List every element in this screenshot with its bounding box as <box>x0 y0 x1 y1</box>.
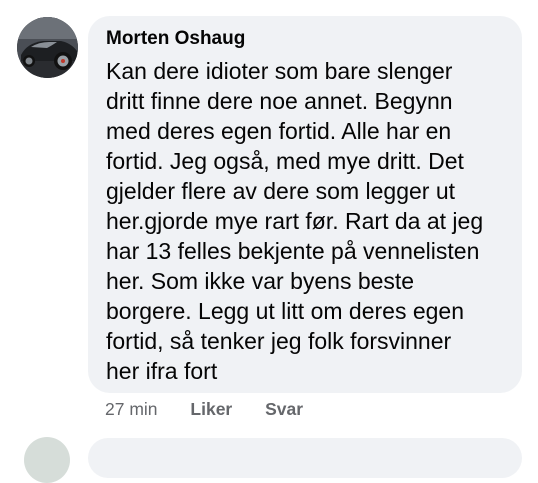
comment-line: med deres egen fortid. Alle har en <box>106 118 452 144</box>
comment-bubble: Morten Oshaug Kan dere idioter som bare … <box>88 16 522 393</box>
comment-text: Kan dere idioter som bare slenger dritt … <box>106 56 508 386</box>
like-button[interactable]: Liker <box>190 397 232 421</box>
comment-line: her.gjorde mye rart før. Rart da at jeg <box>106 208 484 234</box>
comment-author[interactable]: Morten Oshaug <box>106 26 508 52</box>
comment-line: fortid, så tenker jeg folk forsvinner <box>106 328 452 354</box>
comment-line: Kan dere idioter som bare slenger <box>106 58 453 84</box>
comment-line: har 13 felles bekjente på vennelisten <box>106 238 480 264</box>
comment-actions: 27 min Liker Svar <box>105 397 331 421</box>
comment-line: her. Som ikke var byens beste <box>106 268 415 294</box>
comment-line: gjelder flere av dere som legger ut <box>106 178 456 204</box>
reply-button[interactable]: Svar <box>265 397 303 421</box>
car-photo-icon <box>17 17 78 78</box>
comment-line: borgere. Legg ut litt om deres egen <box>106 298 465 324</box>
comment-line: her ifra fort <box>106 358 218 384</box>
next-comment-bubble <box>88 438 522 478</box>
comment-timestamp[interactable]: 27 min <box>105 397 158 421</box>
avatar[interactable] <box>17 17 78 78</box>
comment-line: fortid. Jeg også, med mye dritt. Det <box>106 148 464 174</box>
comment-line: dritt finne dere noe annet. Begynn <box>106 88 453 114</box>
